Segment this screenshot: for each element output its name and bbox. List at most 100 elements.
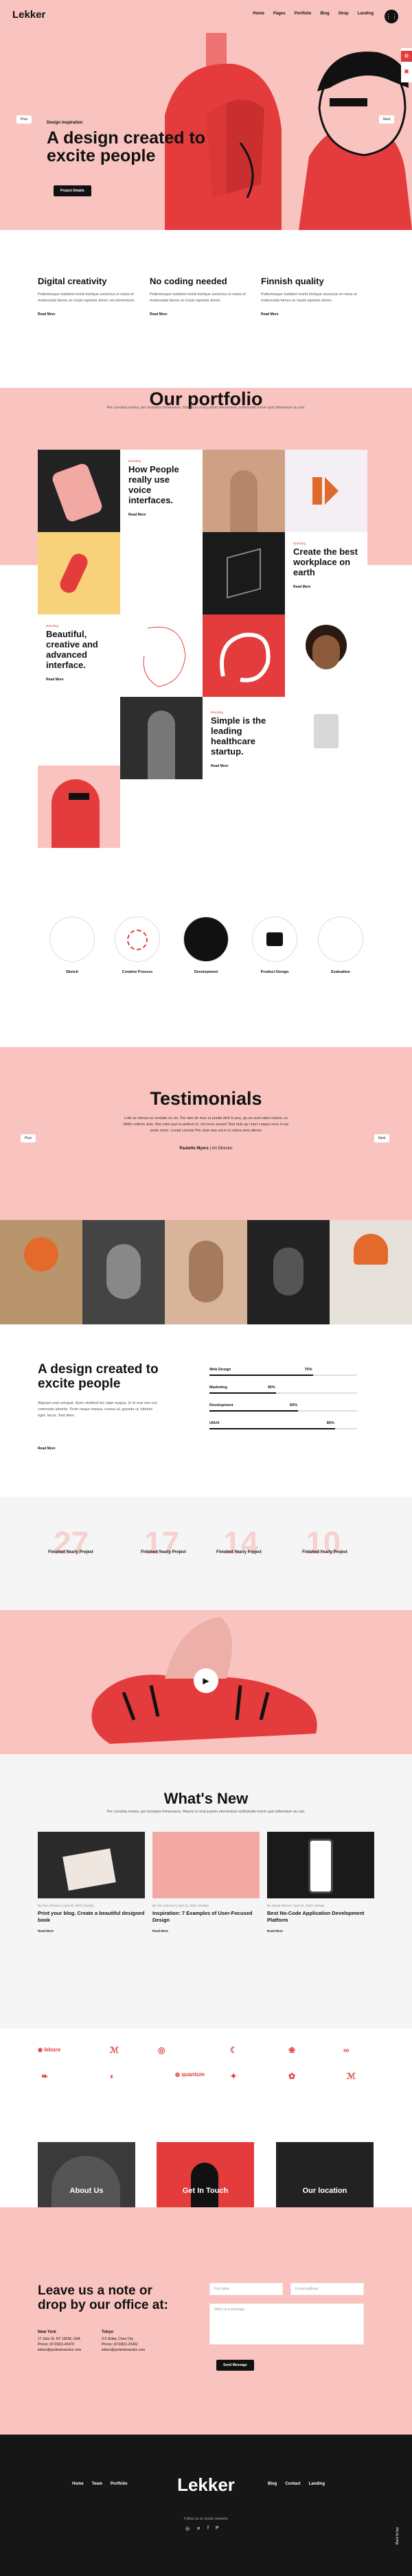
partner-name: lebore: [44, 2047, 61, 2053]
portfolio-tile-red-hair[interactable]: [38, 766, 120, 848]
news-card[interactable]: By Tom Johnson | April 15, 2022 | Design…: [152, 1832, 260, 1933]
site-logo[interactable]: Lekker: [12, 9, 45, 21]
portfolio-tile-packet[interactable]: [285, 697, 367, 779]
testimonial-prev-button[interactable]: Prev: [21, 1134, 36, 1142]
read-more-link[interactable]: Read More: [211, 764, 277, 768]
nav-pages[interactable]: Pages: [273, 12, 286, 16]
portfolio-tile-interface[interactable]: Branding Beautiful, creative and advance…: [38, 614, 120, 697]
footer-link-portfolio[interactable]: Portfolio: [111, 2482, 128, 2486]
footer-link-team[interactable]: Team: [92, 2482, 102, 2486]
back-to-top[interactable]: Back to top: [396, 2527, 400, 2544]
news-title[interactable]: Inspiration: 7 Examples of User-Focused …: [152, 1910, 260, 1924]
service-label: Creative Process: [122, 970, 153, 974]
read-more-link[interactable]: Read More: [152, 1929, 260, 1933]
read-more-link[interactable]: Read More: [38, 312, 141, 317]
partner-logo[interactable]: ℳ: [347, 2071, 356, 2081]
nav-shop[interactable]: Shop: [339, 12, 349, 16]
play-icon[interactable]: ▶: [194, 1668, 218, 1693]
footer-link-home[interactable]: Home: [72, 2482, 84, 2486]
office-email[interactable]: lekker@qodeinteractive.com: [102, 2347, 160, 2353]
nav-landing[interactable]: Landing: [358, 12, 374, 16]
send-message-button[interactable]: Send Message: [216, 2360, 254, 2371]
cart-icon[interactable]: ▣: [401, 66, 412, 77]
portfolio-tile-dance[interactable]: [38, 532, 120, 614]
facebook-icon[interactable]: f: [207, 2526, 209, 2531]
read-more-link[interactable]: Read More: [128, 513, 194, 517]
footer-link-contact[interactable]: Contact: [285, 2482, 300, 2486]
portfolio-tile-logo[interactable]: [285, 450, 367, 532]
nav-blog[interactable]: Blog: [320, 12, 329, 16]
portfolio-tile-workplace[interactable]: Branding Create the best workplace on ea…: [285, 532, 367, 614]
partner-logo[interactable]: ✦: [230, 2071, 237, 2081]
news-section: What's New Per conubia nostra, per incep…: [0, 1754, 412, 2029]
testimonial-next-button[interactable]: Next: [374, 1134, 390, 1142]
partner-logo-quantum[interactable]: ◍ quantum: [175, 2071, 205, 2078]
footer-logo[interactable]: Lekker: [172, 2474, 240, 2496]
portfolio-tile-voice[interactable]: Branding How People really use voice int…: [120, 450, 203, 532]
portfolio-tile-woman[interactable]: [285, 614, 367, 697]
pinterest-icon[interactable]: P: [216, 2526, 219, 2531]
read-more-link[interactable]: Read More: [38, 1929, 145, 1933]
testimonial-author: Paulette Myers | Art Director: [179, 1147, 233, 1151]
skill-fill: [209, 1428, 335, 1429]
nav-portfolio[interactable]: Portfolio: [295, 12, 312, 16]
partner-logo-lebore[interactable]: ◉ lebore: [38, 2047, 60, 2053]
portfolio-tile-phone[interactable]: [38, 450, 120, 532]
footer-link-landing[interactable]: Landing: [309, 2482, 325, 2486]
footer-link-blog[interactable]: Blog: [268, 2482, 277, 2486]
nav-home[interactable]: Home: [253, 12, 264, 16]
portfolio-tile-dragon[interactable]: [203, 614, 285, 697]
portfolio-tile-portrait[interactable]: [203, 450, 285, 532]
portfolio-tile-bw-photo[interactable]: [120, 697, 203, 779]
partner-logo[interactable]: ∞: [343, 2045, 350, 2055]
skills-read-more[interactable]: Read More: [38, 1447, 56, 1451]
partner-logo[interactable]: ✿: [288, 2071, 295, 2081]
settings-icon[interactable]: ⚙: [401, 51, 412, 62]
sketch-icon: [49, 917, 95, 962]
portfolio-tile-healthcare[interactable]: Branding Simple is the leading healthcar…: [203, 697, 285, 779]
office-email[interactable]: lekker@qodeinteractive.com: [38, 2347, 93, 2353]
partner-logo[interactable]: ℳ: [110, 2045, 119, 2055]
hero-prev-button[interactable]: Prev: [16, 115, 32, 124]
team-photo: [247, 1220, 330, 1324]
partner-logo[interactable]: ◎: [158, 2045, 165, 2055]
news-intro: Per conubia nostra, per inceptos himenae…: [106, 1810, 306, 1814]
skill-label: Development: [209, 1403, 233, 1407]
news-title[interactable]: Best No-Code Application Development Pla…: [267, 1910, 374, 1924]
portfolio-tile-structure[interactable]: [203, 532, 285, 614]
skill-track: [209, 1410, 357, 1412]
skill-track: [209, 1392, 357, 1394]
partner-logo[interactable]: ❧: [41, 2071, 48, 2081]
news-card[interactable]: By Jessie Ramos | April 15, 2022 | Desig…: [267, 1832, 374, 1933]
portfolio-tile-line-face[interactable]: [120, 614, 203, 697]
full-name-field[interactable]: Full name: [209, 2283, 283, 2295]
news-title[interactable]: Print your blog. Create a beautiful desi…: [38, 1910, 145, 1924]
office-tokyo: Tokyo 3-5 Shiba, Chuo City Phone: (672)8…: [102, 2330, 160, 2353]
skills-text: Aliquam erat volutpat. Nunc eleifend leo…: [38, 1401, 158, 1418]
grid-icon[interactable]: ⋮⋮: [385, 10, 398, 23]
read-more-link[interactable]: Read More: [267, 1929, 374, 1933]
message-field[interactable]: Write us a message...: [209, 2303, 364, 2345]
site-footer: Home Team Portfolio Lekker Blog Contact …: [0, 2435, 412, 2576]
project-details-button[interactable]: Project Details: [54, 185, 91, 196]
feature-no-coding: No coding needed Pellentesque habitant m…: [150, 276, 246, 317]
skill-percent: 45%: [267, 1385, 275, 1390]
hero-next-button[interactable]: Next: [379, 115, 395, 124]
email-field[interactable]: E-mail address: [290, 2283, 364, 2295]
office-phone: Phone: (672)821-45470: [38, 2342, 74, 2347]
partner-logo[interactable]: ◐: [110, 2071, 115, 2081]
partner-logo[interactable]: ❀: [288, 2045, 295, 2055]
testimonials-section: Testimonials Lobi ne mimus ex veritate e…: [0, 1047, 412, 1220]
read-more-link[interactable]: Read More: [293, 585, 359, 589]
tile-category: Branding: [293, 542, 306, 545]
twitter-icon[interactable]: ✕: [196, 2526, 201, 2531]
news-image: [38, 1832, 145, 1898]
instagram-icon[interactable]: ◎: [185, 2526, 190, 2531]
read-more-link[interactable]: Read More: [46, 678, 112, 682]
partner-logo[interactable]: ☾: [230, 2045, 238, 2055]
evaluation-icon: [318, 917, 363, 962]
news-card[interactable]: By Tom Johnson | April 15, 2022 | Design…: [38, 1832, 145, 1933]
read-more-link[interactable]: Read More: [261, 312, 357, 317]
tile-title: Create the best workplace on earth: [293, 547, 358, 577]
read-more-link[interactable]: Read More: [150, 312, 246, 317]
